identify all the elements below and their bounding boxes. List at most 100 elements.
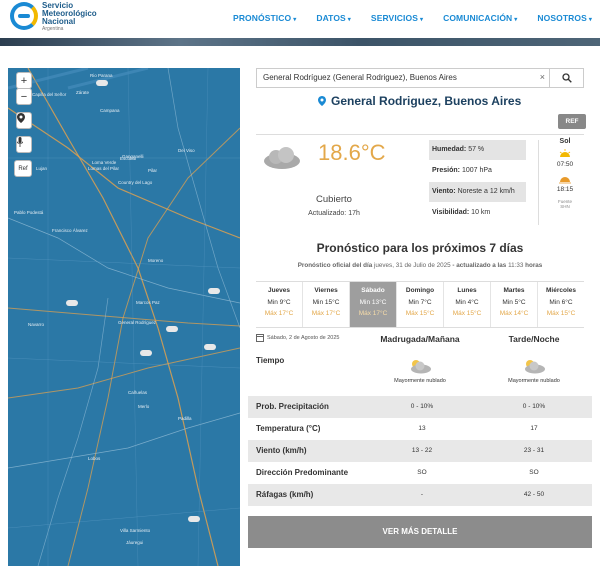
- map-place-label: Rio Parana: [90, 73, 113, 78]
- locate-button[interactable]: [16, 112, 32, 129]
- chevron-down-icon: ▾: [514, 17, 518, 23]
- period-morning-header: Madrugada/Mañana: [380, 334, 460, 344]
- map-place-label: Lobos: [88, 456, 101, 461]
- map-place-label: Loma Verde: [92, 160, 117, 165]
- cloud-icon[interactable]: [204, 344, 216, 350]
- location-pin-icon: [318, 96, 326, 106]
- map-place-label: Merlo: [138, 404, 150, 409]
- forecast-subtitle: Pronóstico oficial del día jueves, 31 de…: [297, 262, 543, 269]
- nav-servicios[interactable]: SERVICIOS ▾: [371, 13, 423, 23]
- map-place-label: Navarro: [28, 322, 45, 327]
- mostly-cloudy-icon: [525, 360, 545, 374]
- divider: [538, 140, 539, 225]
- tiempo-label: Tiempo: [256, 356, 285, 365]
- map-place-label: Padilla: [178, 416, 192, 421]
- table-row: Temperatura (°C) 13 17: [256, 424, 538, 433]
- zoom-out-button[interactable]: −: [16, 88, 32, 105]
- chevron-down-icon: ▾: [588, 17, 592, 23]
- map-place-label: Lujan: [36, 166, 48, 171]
- nav-nosotros[interactable]: NOSOTROS ▾: [537, 13, 592, 23]
- nav-datos[interactable]: DATOS ▾: [316, 13, 351, 23]
- brand-name: Servicio Meteorológico Nacional Argentin…: [42, 1, 97, 33]
- header-banner: [0, 38, 600, 46]
- map-roads: [8, 68, 240, 566]
- map-place-label: Pablo Podestá: [14, 210, 44, 215]
- detail-date: Sábado, 2 de Agosto de 2025: [256, 334, 339, 342]
- map-place-label: Lomas del Pilar: [88, 166, 120, 171]
- table-row: Prob. Precipitación 0 - 10% 0 - 10%: [248, 396, 592, 418]
- nav-comunicacion[interactable]: COMUNICACIÓN ▾: [443, 13, 517, 23]
- map-place-label: Moreno: [148, 258, 164, 263]
- map-place-label: General Rodríguez: [118, 320, 157, 325]
- microphone-icon: [17, 137, 23, 147]
- sunrise-icon: [559, 149, 571, 157]
- sun-source: Fuente SHN: [557, 199, 572, 209]
- sunrise-time: 07:50: [556, 161, 574, 168]
- map-place-label: Country del Lago: [118, 180, 153, 185]
- site-header: Servicio Meteorológico Nacional Argentin…: [0, 0, 600, 38]
- wind-stat: Viento: Noreste a 12 km/h: [429, 182, 526, 202]
- overcast-cloud-icon: [264, 147, 300, 169]
- map-place-label: Ganganelli: [122, 154, 144, 159]
- map-place-label: Capilla del Señor: [32, 92, 67, 97]
- map-place-label: Francisco Álvarez: [52, 228, 88, 233]
- microphone-button[interactable]: [16, 136, 32, 153]
- map-place-label: Campana: [100, 108, 120, 113]
- ref-button[interactable]: REF: [558, 114, 586, 129]
- chevron-down-icon: ▾: [419, 17, 424, 23]
- cloud-icon[interactable]: [166, 326, 178, 332]
- search-input[interactable]: General Rodríguez (General Rodriguez), B…: [263, 73, 457, 82]
- search-button[interactable]: [549, 69, 583, 87]
- sunset-icon: [559, 177, 571, 184]
- forecast-title: Pronóstico para los próximos 7 días: [316, 241, 524, 255]
- map-place-label: Jáuregui: [126, 540, 144, 545]
- day-tab-viernes[interactable]: Viernes Min 15°C Máx 17°C: [303, 282, 350, 327]
- map-place-label: Marcos Paz: [136, 300, 160, 305]
- weather-map[interactable]: Rio Parana Zárate Campana Capilla del Se…: [8, 68, 240, 566]
- cloud-icon[interactable]: [208, 288, 220, 294]
- cloud-icon[interactable]: [188, 516, 200, 522]
- forecast-days: Jueves Min 9°C Máx 17°C Viernes Min 15°C Máx…: [256, 281, 584, 328]
- location-pin-icon: [17, 113, 25, 123]
- location-title: General Rodriguez, Buenos Aires: [318, 94, 521, 108]
- cloud-icon[interactable]: [140, 350, 152, 356]
- day-tab-jueves[interactable]: Jueves Min 9°C Máx 17°C: [256, 282, 303, 327]
- clear-icon[interactable]: ×: [540, 72, 545, 82]
- day-tab-sabado[interactable]: Sábado Min 13°C Máx 17°C: [350, 282, 397, 327]
- map-ref-button[interactable]: Ref: [14, 160, 32, 177]
- sun-times: Sol 07:50 18:15 Fuente SHN: [547, 138, 583, 209]
- mostly-cloudy-icon: [411, 360, 431, 374]
- pressure-stat: Presión: 1007 hPa: [432, 167, 492, 174]
- sky-condition-afternoon: Mayormente nublado: [508, 378, 560, 384]
- detail-table: Prob. Precipitación 0 - 10% 0 - 10% Temper…: [248, 396, 592, 506]
- table-row: Viento (km/h) 13 - 22 23 - 31: [248, 440, 592, 462]
- map-place-label: Villa Sarmiento: [120, 528, 151, 533]
- smn-logo-icon: [10, 2, 38, 30]
- more-detail-button[interactable]: VER MÁS DETALLE: [248, 516, 592, 548]
- period-afternoon-header: Tarde/Noche: [508, 334, 560, 344]
- location-search[interactable]: General Rodríguez (General Rodriguez), B…: [256, 68, 584, 88]
- humidity-stat: Humedad: 57 %: [429, 140, 526, 160]
- nav-pronostico[interactable]: PRONÓSTICO ▾: [233, 13, 296, 23]
- cloud-icon[interactable]: [66, 300, 78, 306]
- calendar-icon: [256, 334, 264, 342]
- map-place-label: Del Viso: [178, 148, 195, 153]
- map-place-label: Pilar: [148, 168, 158, 173]
- updated-time: Actualizado: 17h: [308, 210, 360, 217]
- zoom-in-button[interactable]: +: [16, 72, 32, 89]
- search-icon: [562, 73, 572, 83]
- sky-condition-morning: Mayormente nublado: [394, 378, 446, 384]
- table-row: Ráfagas (km/h) -42 - 50: [248, 484, 592, 506]
- day-tab-domingo[interactable]: Domingo Min 7°C Máx 15°C: [397, 282, 444, 327]
- smn-logo[interactable]: Servicio Meteorológico Nacional Argentin…: [10, 2, 97, 32]
- main-nav: PRONÓSTICO ▾ DATOS ▾ SERVICIOS ▾ COMUNICACI…: [213, 13, 592, 23]
- day-tab-lunes[interactable]: Lunes Min 4°C Máx 15°C: [444, 282, 491, 327]
- sun-header: Sol: [559, 138, 571, 145]
- visibility-stat: Visibilidad: 10 km: [432, 209, 491, 216]
- cloud-icon[interactable]: [96, 80, 108, 86]
- day-tab-martes[interactable]: Martes Min 5°C Máx 14°C: [491, 282, 538, 327]
- divider: [256, 134, 584, 135]
- chevron-down-icon: ▾: [347, 17, 351, 23]
- table-row: Dirección Predominante SO SO: [256, 468, 539, 477]
- day-tab-miercoles[interactable]: Miércoles Min 6°C Máx 15°C: [538, 282, 584, 327]
